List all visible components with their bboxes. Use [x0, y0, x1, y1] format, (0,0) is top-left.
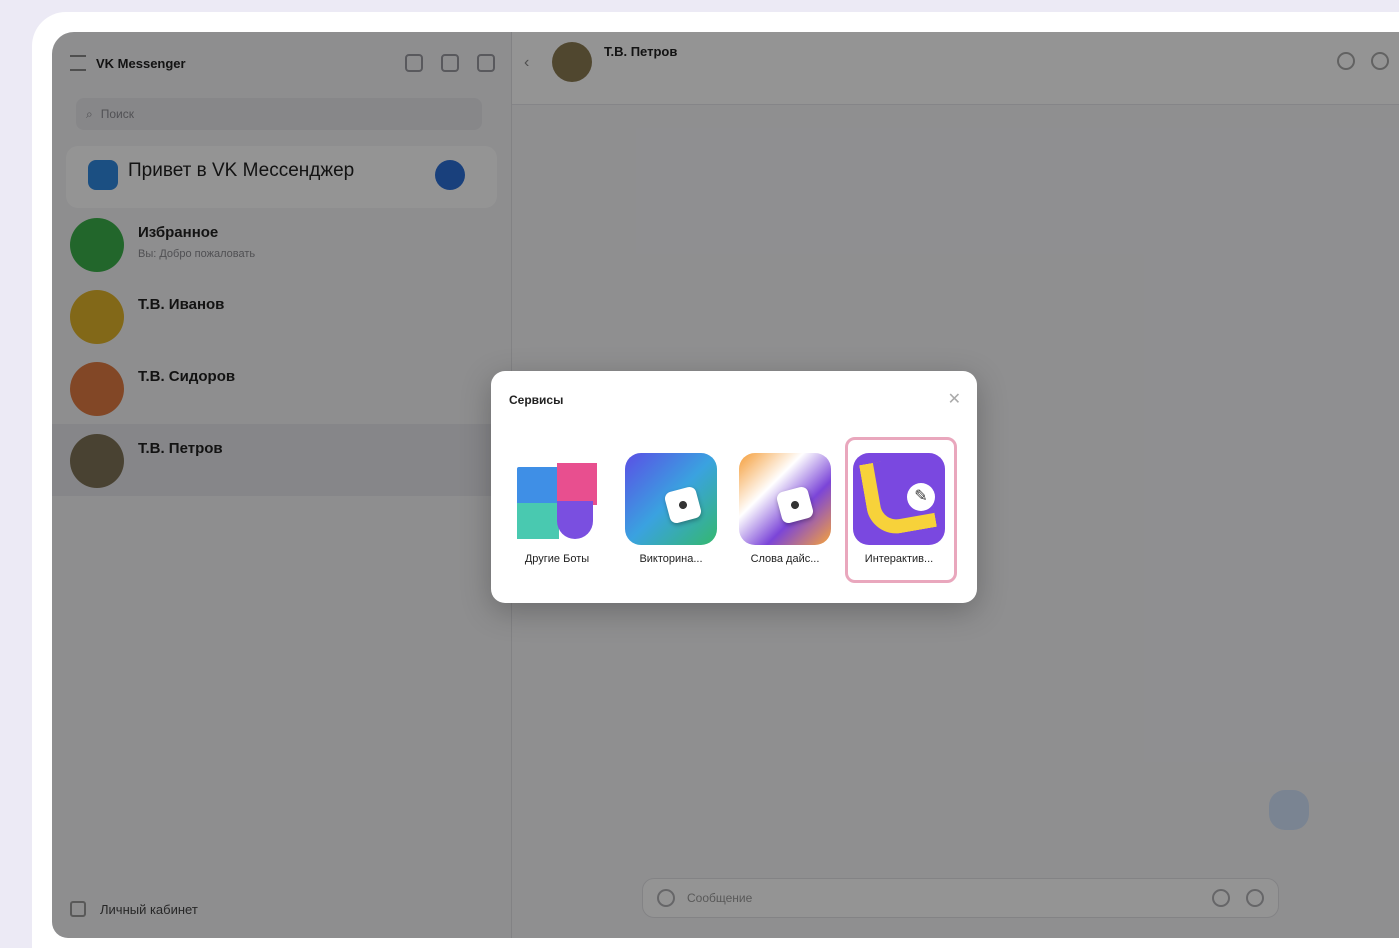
services-modal: Сервисы ✕ Другие Боты Викторина... Слова… — [491, 371, 977, 603]
app-item[interactable]: Слова дайс... — [739, 453, 831, 565]
dice-icon — [625, 453, 717, 545]
app-item[interactable]: Другие Боты — [511, 453, 603, 565]
app-item-selected[interactable]: ✎ Интерактив... — [845, 437, 957, 583]
app-list: Другие Боты Викторина... Слова дайс... ✎… — [511, 437, 957, 583]
app-label: Слова дайс... — [750, 553, 820, 565]
close-icon[interactable]: ✕ — [948, 389, 961, 409]
app-icon — [511, 453, 603, 545]
app-label: Викторина... — [639, 553, 703, 565]
app-label: Другие Боты — [524, 553, 590, 565]
pencil-icon: ✎ — [853, 453, 945, 545]
dice-icon — [739, 453, 831, 545]
modal-title: Сервисы — [509, 393, 564, 407]
app-item[interactable]: Викторина... — [625, 453, 717, 565]
